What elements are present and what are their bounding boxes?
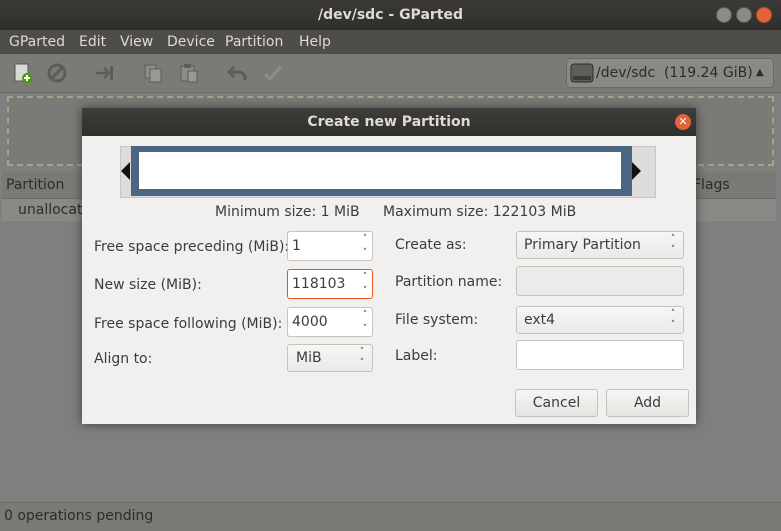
hard-disk-icon — [570, 62, 594, 84]
label-field-label: Label: — [395, 348, 438, 364]
stepper-arrows-icon[interactable]: ˄ ˅ — [357, 232, 373, 262]
left-resize-handle-icon[interactable] — [121, 162, 130, 180]
stepper-arrows-icon[interactable]: ˄ ˅ — [357, 270, 373, 300]
menu-gparted[interactable]: GParted — [9, 30, 65, 54]
free-following-label: Free space following (MiB): — [94, 316, 283, 332]
minimize-button[interactable] — [716, 7, 732, 23]
copy-icon[interactable] — [142, 62, 164, 84]
menu-edit[interactable]: Edit — [79, 30, 106, 54]
partition-name-field[interactable] — [516, 266, 684, 296]
maximize-button[interactable] — [736, 7, 752, 23]
create-as-value: Primary Partition — [524, 237, 641, 253]
column-partition[interactable]: Partition — [6, 172, 64, 198]
new-partition-fill — [139, 152, 621, 189]
chevron-up-down-icon: ˄ ˅ — [359, 347, 365, 368]
partition-name-label: Partition name: — [395, 274, 503, 290]
max-size-text: Maximum size: 122103 MiB — [383, 204, 577, 220]
chevron-up-down-icon: ˄ ˅ — [670, 309, 676, 330]
window-title: /dev/sdc - GParted — [317, 7, 464, 23]
apply-icon[interactable] — [262, 62, 284, 84]
align-to-value: MiB — [296, 350, 322, 366]
device-label: /dev/sdc (119.24 GiB) — [596, 65, 753, 81]
close-window-button[interactable] — [756, 7, 772, 23]
new-size-label: New size (MiB): — [94, 277, 202, 293]
create-as-label: Create as: — [395, 237, 467, 253]
chevron-up-down-icon: ▲ — [756, 67, 764, 78]
file-system-value: ext4 — [524, 312, 556, 328]
new-partition-icon[interactable] — [12, 62, 34, 84]
chevron-up-down-icon: ˄ ˅ — [670, 234, 676, 255]
menu-view[interactable]: View — [120, 30, 153, 54]
min-size-text: Minimum size: 1 MiB — [215, 204, 360, 220]
free-preceding-value: 1 — [292, 238, 301, 254]
free-preceding-label: Free space preceding (MiB): — [94, 239, 290, 255]
menu-help[interactable]: Help — [299, 30, 331, 54]
menu-bar — [0, 30, 781, 54]
column-flags[interactable]: Flags — [693, 172, 730, 198]
file-system-label: File system: — [395, 312, 479, 328]
resize-move-icon[interactable] — [94, 62, 116, 84]
align-to-label: Align to: — [94, 351, 153, 367]
free-following-value: 4000 — [292, 314, 328, 330]
dialog-title: Create new Partition — [307, 114, 471, 130]
delete-icon[interactable] — [46, 62, 68, 84]
cancel-button[interactable]: Cancel — [515, 389, 598, 417]
paste-icon[interactable] — [178, 62, 200, 84]
label-field[interactable] — [516, 340, 684, 370]
menu-partition[interactable]: Partition — [225, 30, 283, 54]
add-button[interactable]: Add — [606, 389, 689, 417]
stepper-arrows-icon[interactable]: ˄ ˅ — [357, 308, 373, 338]
menu-device[interactable]: Device — [167, 30, 215, 54]
right-resize-handle-icon[interactable] — [632, 162, 641, 180]
status-text: 0 operations pending — [4, 508, 154, 524]
close-icon[interactable]: ✕ — [675, 114, 691, 130]
undo-icon[interactable] — [226, 62, 248, 84]
new-size-value: 118103 — [292, 276, 346, 292]
